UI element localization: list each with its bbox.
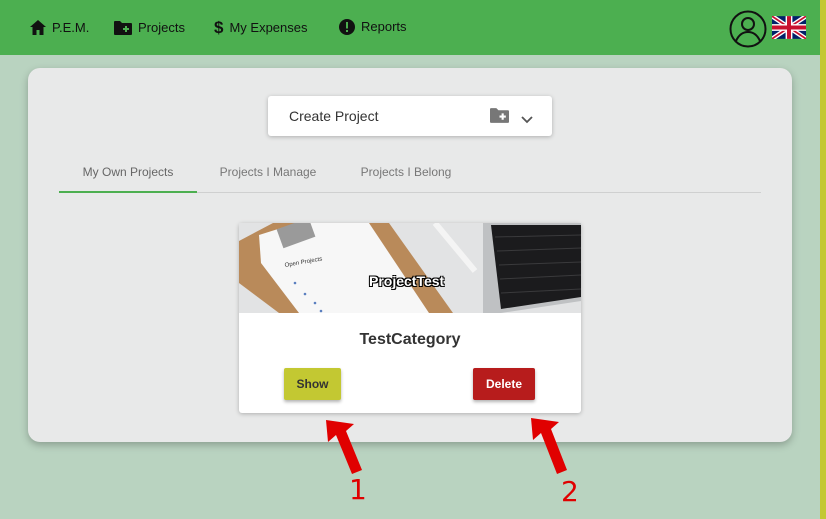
annotation-arrow-1 xyxy=(326,420,362,474)
annotation-number-1: 1 xyxy=(349,473,367,506)
delete-button[interactable]: Delete xyxy=(473,368,535,400)
annotation-arrow-2 xyxy=(531,418,567,474)
annotation-number-2: 2 xyxy=(561,475,579,508)
tab-projects-i-manage[interactable]: Projects I Manage xyxy=(209,162,327,193)
nav-home-label: P.E.M. xyxy=(52,20,90,35)
nav-expenses-label: My Expenses xyxy=(229,20,308,35)
project-card: Open Projects ProjectTest TestCategory S… xyxy=(239,223,581,413)
project-cover-image: Open Projects ProjectTest xyxy=(239,223,581,313)
tab-projects-i-belong[interactable]: Projects I Belong xyxy=(349,162,463,193)
nav-home[interactable]: P.E.M. xyxy=(30,0,89,55)
home-icon xyxy=(30,20,46,35)
alert-icon xyxy=(339,18,355,35)
nav-my-expenses[interactable]: $ My Expenses xyxy=(214,0,308,55)
folder-plus-icon xyxy=(490,108,509,128)
chevron-down-icon xyxy=(521,111,533,129)
top-navbar: P.E.M. Projects $ My Expenses Reports xyxy=(0,0,820,55)
projects-panel: Create Project My Own Projects Projects … xyxy=(28,68,792,442)
nav-reports-label: Reports xyxy=(361,19,407,34)
project-image-title: ProjectTest xyxy=(369,273,445,289)
tab-my-own-projects[interactable]: My Own Projects xyxy=(59,162,197,193)
project-category: TestCategory xyxy=(359,331,461,348)
create-project-dropdown[interactable]: Create Project xyxy=(268,96,552,136)
show-button[interactable]: Show xyxy=(284,368,341,400)
folder-plus-icon xyxy=(114,20,132,35)
uk-flag-icon[interactable] xyxy=(770,14,808,41)
nav-projects[interactable]: Projects xyxy=(114,0,185,55)
page-edge-strip xyxy=(820,0,826,519)
dollar-icon: $ xyxy=(214,17,224,37)
nav-projects-label: Projects xyxy=(138,20,185,35)
user-avatar-icon[interactable] xyxy=(729,10,767,48)
project-tabs: My Own Projects Projects I Manage Projec… xyxy=(59,162,761,193)
create-project-label: Create Project xyxy=(289,108,379,124)
nav-reports[interactable]: Reports xyxy=(339,0,407,54)
